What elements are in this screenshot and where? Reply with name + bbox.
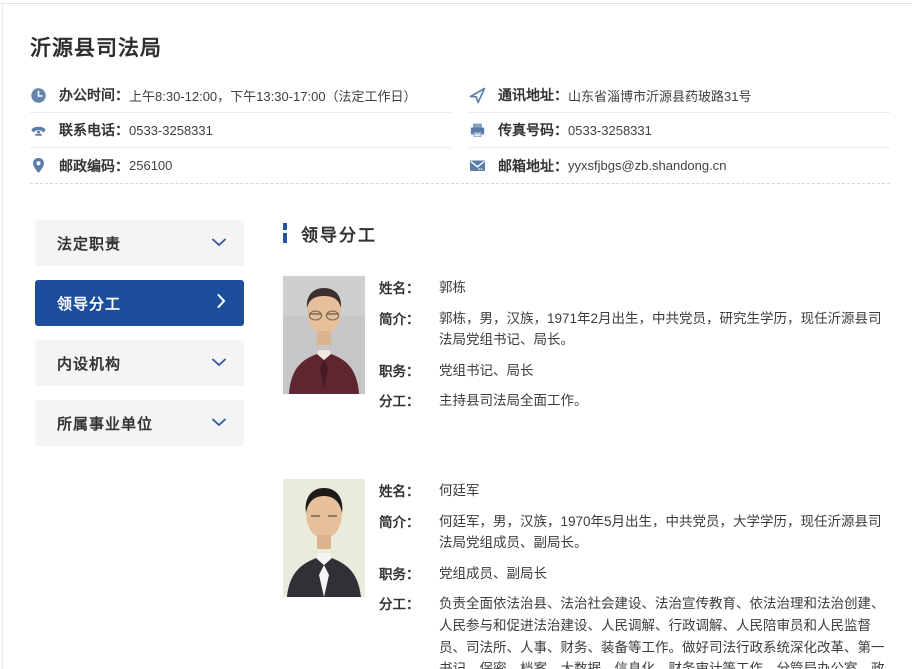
page-title: 沂源县司法局 (30, 0, 890, 62)
info-value: 山东省淄博市沂源县药玻路31号 (568, 86, 751, 105)
section-title: 领导分工 (301, 221, 377, 246)
sidebar-item-label: 内设机构 (57, 353, 121, 374)
section-header: 领导分工 (283, 220, 890, 246)
field-label: 职务： (379, 563, 439, 585)
section-title-bar (283, 223, 287, 243)
chevron-down-icon (212, 354, 226, 372)
info-label: 通讯地址： (498, 85, 568, 105)
sidebar-item-leadership[interactable]: 领导分工 (35, 280, 244, 326)
sidebar-item-internal-orgs[interactable]: 内设机构 (35, 340, 244, 386)
field-label: 姓名： (379, 277, 439, 299)
field-value: 党组成员、副局长 (439, 563, 890, 585)
field-value: 何廷军 (439, 480, 890, 502)
info-label: 办公时间： (59, 85, 129, 105)
info-value: 256100 (129, 158, 172, 173)
field-post: 职务： 党组成员、副局长 (379, 563, 890, 585)
field-intro: 简介： 何廷军，男，汉族，1970年5月出生，中共党员，大学学历，现任沂源县司法… (379, 511, 890, 554)
field-value: 郭栋 (439, 277, 890, 299)
page-frame: 沂源县司法局 办公时间： 上午8:30-12:00，下午13:30-17:00（… (0, 0, 912, 669)
leader-photo (283, 479, 365, 597)
leader-fields: 姓名： 何廷军 简介： 何廷军，男，汉族，1970年5月出生，中共党员，大学学历… (379, 480, 890, 669)
field-intro: 简介： 郭栋，男，汉族，1971年2月出生，中共党员，研究生学历，现任沂源县司法… (379, 308, 890, 351)
info-row-postcode: 邮政编码： 256100 (30, 148, 451, 183)
info-row-phone: 联系电话： 0533-3258331 (30, 113, 451, 148)
field-post: 职务： 党组书记、局长 (379, 360, 890, 382)
field-duty: 分工： 负责全面依法治县、法治社会建设、法治宣传教育、依法治理和法治创建、人民参… (379, 593, 890, 669)
field-value: 主持县司法局全面工作。 (439, 390, 890, 412)
info-label: 联系电话： (59, 120, 129, 140)
info-label: 邮箱地址： (498, 156, 568, 176)
clock-icon (30, 87, 47, 104)
sidebar-item-legal-duties[interactable]: 法定职责 (35, 220, 244, 266)
field-name: 姓名： 何廷军 (379, 480, 890, 502)
navigation-icon (469, 87, 486, 104)
info-label: 邮政编码： (59, 156, 129, 176)
leader-fields: 姓名： 郭栋 简介： 郭栋，男，汉族，1971年2月出生，中共党员，研究生学历，… (379, 277, 890, 421)
leader-card: 姓名： 何廷军 简介： 何廷军，男，汉族，1970年5月出生，中共党员，大学学历… (283, 479, 890, 669)
sidebar-item-label: 所属事业单位 (57, 413, 153, 434)
field-value: 何廷军，男，汉族，1970年5月出生，中共党员，大学学历，现任沂源县司法局党组成… (439, 511, 890, 554)
leader-card: 姓名： 郭栋 简介： 郭栋，男，汉族，1971年2月出生，中共党员，研究生学历，… (283, 276, 890, 421)
info-row-address: 通讯地址： 山东省淄博市沂源县药玻路31号 (469, 78, 890, 113)
info-row-fax: 传真号码： 0533-3258331 (469, 113, 890, 148)
envelope-icon (469, 157, 486, 174)
info-value: yyxsfjbgs@zb.shandong.cn (568, 158, 726, 173)
field-label: 分工： (379, 390, 439, 412)
field-duty: 分工： 主持县司法局全面工作。 (379, 390, 890, 412)
sidebar-item-affiliated-units[interactable]: 所属事业单位 (35, 400, 244, 446)
chevron-down-icon (212, 234, 226, 252)
field-label: 简介： (379, 511, 439, 554)
field-value: 负责全面依法治县、法治社会建设、法治宣传教育、依法治理和法治创建、人民参与和促进… (439, 593, 890, 669)
info-value: 上午8:30-12:00，下午13:30-17:00（法定工作日） (129, 86, 417, 105)
info-value: 0533-3258331 (568, 123, 652, 138)
field-name: 姓名： 郭栋 (379, 277, 890, 299)
info-label: 传真号码： (498, 120, 568, 140)
location-pin-icon (30, 157, 47, 174)
sidebar-item-label: 法定职责 (57, 233, 121, 254)
sidebar: 法定职责 领导分工 内设机构 (35, 220, 244, 669)
info-row-email: 邮箱地址： yyxsfjbgs@zb.shandong.cn (469, 148, 890, 183)
field-label: 姓名： (379, 480, 439, 502)
field-label: 简介： (379, 308, 439, 351)
field-label: 分工： (379, 593, 439, 669)
field-value: 郭栋，男，汉族，1971年2月出生，中共党员，研究生学历，现任沂源县司法局党组书… (439, 308, 890, 351)
leader-photo (283, 276, 365, 394)
content-area: 领导分工 (283, 220, 890, 669)
chevron-down-icon (212, 414, 226, 432)
info-value: 0533-3258331 (129, 123, 213, 138)
chevron-right-icon (217, 294, 226, 313)
fax-icon (469, 122, 486, 139)
field-value: 党组书记、局长 (439, 360, 890, 382)
phone-icon (30, 122, 47, 139)
sidebar-item-label: 领导分工 (57, 293, 121, 314)
contact-info-table: 办公时间： 上午8:30-12:00，下午13:30-17:00（法定工作日） … (30, 78, 890, 184)
field-label: 职务： (379, 360, 439, 382)
info-row-office-hours: 办公时间： 上午8:30-12:00，下午13:30-17:00（法定工作日） (30, 78, 451, 113)
